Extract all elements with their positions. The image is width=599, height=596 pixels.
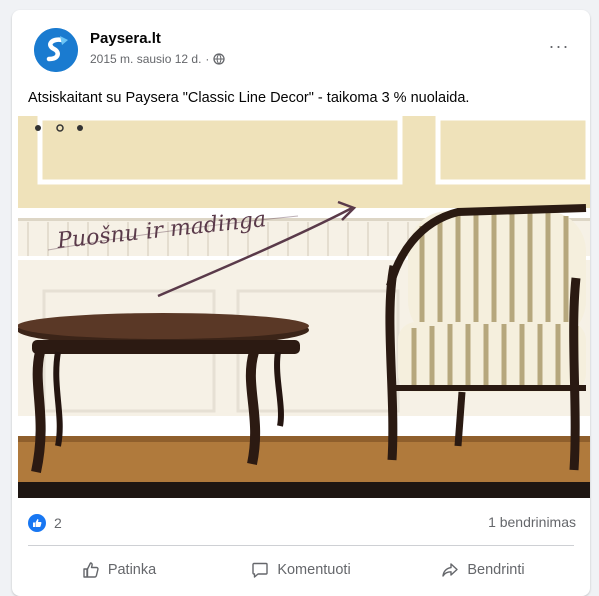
post-text: Atsiskaitant su Paysera "Classic Line De… — [28, 90, 470, 106]
post-timestamp[interactable]: 2015 m. sausio 12 d. — [90, 52, 201, 66]
thumbs-up-icon — [83, 562, 99, 578]
page-avatar[interactable] — [34, 28, 78, 72]
share-label: Bendrinti — [467, 562, 525, 578]
post-actions: Patinka Komentuoti Bendrinti — [28, 550, 574, 590]
more-options-button[interactable]: ··· — [544, 36, 574, 56]
like-reaction-icon — [28, 514, 46, 532]
reactions-summary[interactable]: 2 — [28, 514, 62, 532]
globe-icon — [213, 53, 226, 65]
comment-label: Komentuoti — [277, 562, 351, 578]
paysera-logo-icon — [34, 28, 78, 72]
meta-separator: · — [205, 52, 210, 66]
share-icon — [442, 563, 459, 577]
comment-icon — [252, 562, 269, 578]
actions-divider — [28, 545, 574, 546]
page-name-link[interactable]: Paysera.lt — [90, 30, 161, 47]
like-label: Patinka — [107, 562, 157, 578]
post-photo: Puošnu ir madinga — [18, 116, 590, 498]
post-card: Paysera.lt 2015 m. sausio 12 d. · ··· At… — [12, 10, 590, 596]
like-button[interactable]: Patinka — [28, 550, 210, 590]
post-header: Paysera.lt 2015 m. sausio 12 d. · ··· — [12, 10, 590, 80]
comment-button[interactable]: Komentuoti — [210, 550, 392, 590]
more-options-icon: ··· — [548, 35, 570, 56]
share-button[interactable]: Bendrinti — [392, 550, 574, 590]
post-meta: 2015 m. sausio 12 d. · — [90, 52, 226, 66]
post-image[interactable]: Puošnu ir madinga — [18, 116, 590, 498]
shares-count[interactable]: 1 bendrinimas — [488, 514, 576, 530]
reactions-count: 2 — [54, 515, 62, 531]
